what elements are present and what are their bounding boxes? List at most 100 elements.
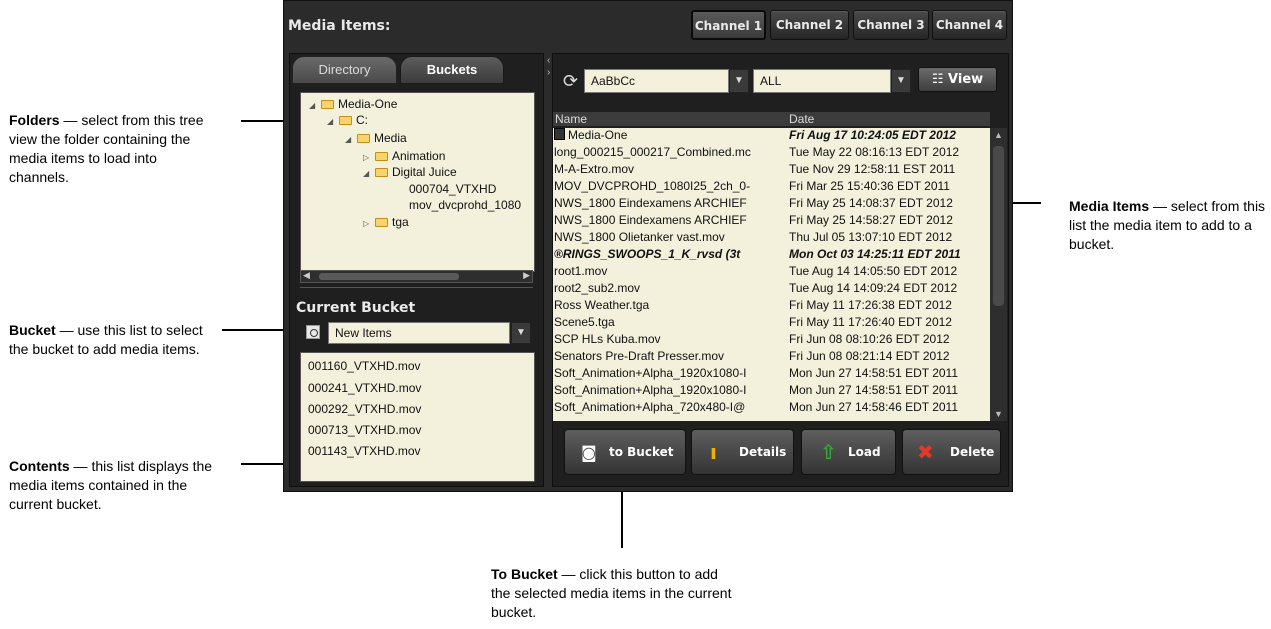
scrollbar-thumb[interactable] [993, 146, 1004, 306]
tree-node-000704-vtxhd[interactable]: 000704_VTXHD [409, 182, 496, 196]
item-date: Fri May 11 17:26:40 EDT 2012 [789, 315, 952, 329]
expanded-triangle-icon[interactable]: ◢ [363, 169, 375, 178]
item-name: Media-One [568, 128, 628, 142]
item-date: Fri Jun 08 08:10:26 EDT 2012 [789, 332, 950, 346]
callout-bucket: Bucket — use this list to select the buc… [9, 321, 219, 359]
item-date: Tue Aug 14 14:05:50 EDT 2012 [789, 264, 958, 278]
channel-3-button[interactable]: Channel 3 [853, 10, 929, 40]
tree-node-label: C: [356, 113, 368, 127]
table-row[interactable]: MOV_DVCPROHD_1080I25_2ch_0- Fri Mar 25 15… [553, 179, 990, 196]
table-row[interactable]: Senators Pre-Draft Presser.mov Fri Jun 08… [553, 349, 990, 366]
type-filter[interactable]: ALL ▼ [753, 69, 911, 93]
folder-open-icon [321, 100, 334, 109]
tree-node-label: tga [392, 215, 409, 229]
tree-node-tga[interactable]: ▷ tga [363, 215, 409, 229]
type-filter-value[interactable]: ALL [753, 69, 891, 93]
table-row[interactable]: root1.mov Tue Aug 14 14:05:50 EDT 2012 [553, 264, 990, 281]
expanded-triangle-icon[interactable]: ◢ [345, 135, 357, 144]
panel-splitter[interactable] [300, 287, 533, 293]
table-row[interactable]: NWS_1800 Eindexamens ARCHIEF Fri May 25 1… [553, 213, 990, 230]
media-list-scrollbar[interactable]: ▲ ▼ [990, 128, 1007, 421]
item-date: Tue May 22 08:16:13 EDT 2012 [789, 145, 960, 159]
table-row[interactable]: Ross Weather.tga Fri May 11 17:26:38 EDT … [553, 298, 990, 315]
name-filter-input[interactable]: AaBbCc [584, 69, 729, 93]
details-button[interactable]: ı Details [691, 429, 794, 475]
table-row[interactable]: Soft_Animation+Alpha_1920x1080-I Mon Jun … [553, 383, 990, 400]
table-row[interactable]: Soft_Animation+Alpha_720x480-I@ Mon Jun 2… [553, 400, 990, 417]
expand-right-icon[interactable]: › [547, 67, 550, 78]
channel-4-button[interactable]: Channel 4 [932, 10, 1007, 40]
table-row[interactable]: SCP HLs Kuba.mov Fri Jun 08 08:10:26 EDT … [553, 332, 990, 349]
media-items-window: Media Items: Channel 1 Channel 2 Channel… [283, 0, 1013, 492]
view-button[interactable]: ☷ View [918, 67, 997, 92]
chevron-down-icon[interactable]: ▼ [511, 322, 531, 344]
scrollbar-thumb[interactable] [319, 273, 459, 280]
tree-node-digital-juice[interactable]: ◢ Digital Juice [363, 165, 457, 179]
item-date: Mon Jun 27 14:58:51 EDT 2011 [789, 383, 959, 397]
item-date: Fri Aug 17 10:24:05 EDT 2012 [789, 128, 956, 142]
channel-1-button[interactable]: Channel 1 [691, 10, 766, 40]
folder-closed-icon [375, 218, 388, 227]
item-date: Fri May 25 14:58:27 EDT 2012 [789, 213, 953, 227]
item-name: root2_sub2.mov [554, 281, 641, 295]
expanded-triangle-icon[interactable]: ◢ [309, 101, 321, 110]
item-name: NWS_1800 Olietanker vast.mov [554, 230, 725, 244]
list-item[interactable]: 001160_VTXHD.mov [308, 359, 421, 373]
media-items-list[interactable]: Media-One Fri Aug 17 10:24:05 EDT 2012 lo… [553, 128, 990, 421]
list-item[interactable]: 001143_VTXHD.mov [308, 444, 421, 458]
table-row[interactable]: Media-One Fri Aug 17 10:24:05 EDT 2012 [553, 128, 990, 145]
collapse-left-icon[interactable]: ‹ [547, 55, 550, 66]
item-name: Senators Pre-Draft Presser.mov [554, 349, 725, 363]
table-row[interactable]: NWS_1800 Eindexamens ARCHIEF Fri May 25 1… [553, 196, 990, 213]
tab-buckets[interactable]: Buckets [400, 56, 504, 84]
item-date: Fri May 11 17:26:38 EDT 2012 [789, 298, 952, 312]
column-header-name[interactable]: Name [555, 112, 587, 126]
chevron-down-icon[interactable]: ▼ [891, 69, 911, 93]
item-date: Mon Jun 27 14:58:51 EDT 2011 [789, 366, 959, 380]
channel-2-button[interactable]: Channel 2 [770, 10, 849, 40]
callout-to-bucket-title: To Bucket [491, 566, 558, 582]
view-button-label: View [948, 72, 984, 87]
item-date: Mon Oct 03 14:25:11 EDT 2011 [789, 247, 961, 261]
table-row[interactable]: Scene5.tga Fri May 11 17:26:40 EDT 2012 [553, 315, 990, 332]
tree-node-mov-dvcprohd[interactable]: mov_dvcprohd_1080 [409, 198, 521, 212]
list-item[interactable]: 000713_VTXHD.mov [308, 423, 421, 437]
collapsed-triangle-icon[interactable]: ▷ [363, 153, 375, 162]
tab-directory[interactable]: Directory [292, 56, 397, 84]
callout-media-items: Media Items — select from this list the … [1069, 197, 1269, 254]
tree-node-media[interactable]: ◢ Media [345, 131, 407, 145]
load-button[interactable]: ⇧ Load [801, 429, 896, 475]
folder-tree[interactable]: ◢ Media-One ◢ C: ◢ Media ▷ Animation ◢ Digita… [300, 92, 535, 272]
name-filter[interactable]: AaBbCc ▼ [584, 69, 749, 93]
scroll-up-icon[interactable]: ▲ [994, 130, 1003, 140]
expanded-triangle-icon[interactable]: ◢ [327, 117, 339, 126]
refresh-icon[interactable]: ⟳ [563, 71, 578, 92]
table-row[interactable]: NWS_1800 Olietanker vast.mov Thu Jul 05 1… [553, 230, 990, 247]
to-bucket-button[interactable]: ◙ to Bucket [564, 429, 686, 475]
item-date: Fri May 25 14:08:37 EDT 2012 [789, 196, 953, 210]
column-header-date[interactable]: Date [789, 112, 814, 126]
tree-horizontal-scrollbar[interactable]: ◀ ▶ [300, 270, 533, 283]
bucket-contents-list[interactable]: 001160_VTXHD.mov 000241_VTXHD.mov 000292… [300, 352, 535, 482]
chevron-down-icon[interactable]: ▼ [729, 69, 749, 93]
table-row[interactable]: long_000215_000217_Combined.mc Tue May 22… [553, 145, 990, 162]
table-row[interactable]: M-A-Extro.mov Tue Nov 29 12:58:11 EST 201… [553, 162, 990, 179]
tree-node-media-one[interactable]: ◢ Media-One [309, 97, 397, 111]
scroll-down-icon[interactable]: ▼ [994, 409, 1003, 419]
table-row[interactable]: Soft_Animation+Alpha_1920x1080-I Mon Jun … [553, 366, 990, 383]
list-item[interactable]: 000241_VTXHD.mov [308, 381, 421, 395]
tree-node-c[interactable]: ◢ C: [327, 113, 368, 127]
list-item[interactable]: 000292_VTXHD.mov [308, 402, 421, 416]
scroll-right-icon[interactable]: ▶ [523, 270, 530, 281]
scroll-left-icon[interactable]: ◀ [303, 270, 310, 281]
delete-button[interactable]: ✖ Delete [902, 429, 1001, 475]
tree-node-animation[interactable]: ▷ Animation [363, 149, 445, 163]
folder-closed-icon [375, 152, 388, 161]
collapsed-triangle-icon[interactable]: ▷ [363, 219, 375, 228]
item-name: RINGS_SWOOPS_1_K_rvsd (3t [562, 247, 741, 261]
table-row[interactable]: ®RINGS_SWOOPS_1_K_rvsd (3t Mon Oct 03 14:… [553, 247, 990, 264]
bucket-select[interactable]: New Items ▼ [306, 322, 531, 344]
table-row[interactable]: root2_sub2.mov Tue Aug 14 14:09:24 EDT 20… [553, 281, 990, 298]
item-name: Soft_Animation+Alpha_1920x1080-I [554, 383, 747, 397]
bucket-select-value[interactable]: New Items [328, 322, 510, 344]
